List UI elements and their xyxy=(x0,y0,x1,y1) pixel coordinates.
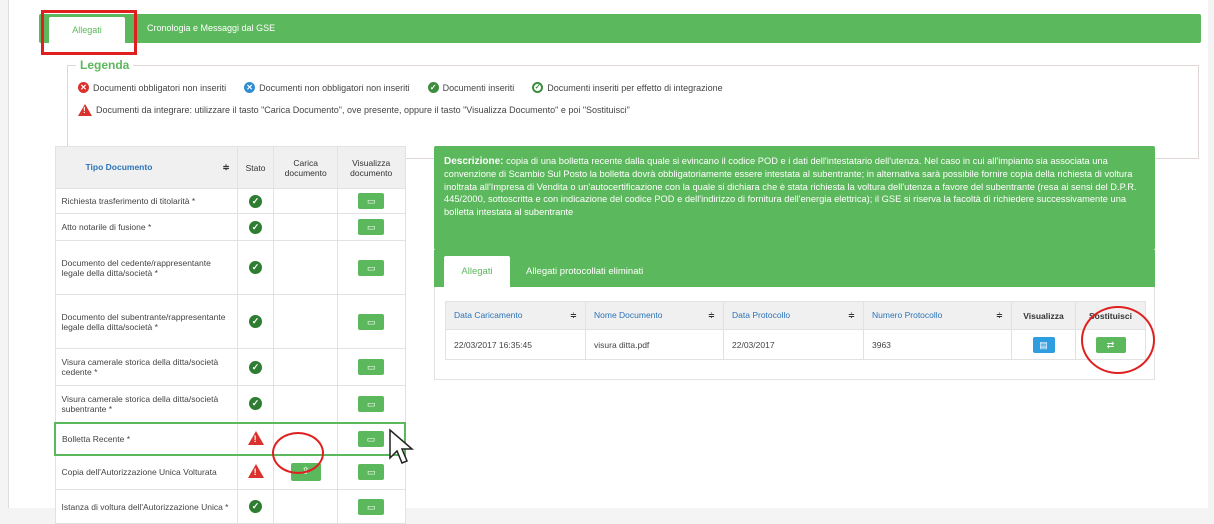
check-green-circle-icon: ✓ xyxy=(249,261,263,274)
check-green-circle-icon: ✓ xyxy=(249,220,263,234)
check-green-circle-icon: ✓ xyxy=(249,194,263,208)
check-green-circle-icon: ✓ xyxy=(249,315,263,328)
legend-label: Documenti inseriti xyxy=(442,82,515,93)
replace-highlight-circle xyxy=(1081,306,1155,374)
legend-item: ✕ Documenti obbligatori non inseriti xyxy=(78,82,226,93)
header-visualizza-documento: Visualizza documento xyxy=(336,146,406,189)
table-row: Documento del subentrante/rappresentante… xyxy=(54,294,406,349)
inner-tabbar: Allegati Allegati protocollati eliminati xyxy=(434,250,1155,287)
page-container: Allegati Cronologia e Messaggi dal GSE L… xyxy=(8,0,1208,524)
check-green-circle-icon: ✓ xyxy=(249,397,263,411)
header-carica-documento: Carica documento xyxy=(273,146,338,189)
sort-icon[interactable]: ≑ xyxy=(570,310,577,321)
attachments-panel: Data Caricamento ≑ Nome Documento ≑ Data P… xyxy=(434,287,1155,380)
attachments-table: Data Caricamento ≑ Nome Documento ≑ Data P… xyxy=(445,301,1146,360)
header-nome-documento[interactable]: Nome Documento ≑ xyxy=(585,301,724,330)
cell-data-protocollo: 22/03/2017 xyxy=(723,329,864,360)
check-green-circle-icon: ✓ xyxy=(249,500,263,513)
upload-highlight-circle xyxy=(272,432,324,474)
header-visualizza: Visualizza xyxy=(1011,301,1076,330)
doc-name: Copia dell'Autorizzazione Unica Volturat… xyxy=(54,454,238,490)
legend-row-2: Documenti da integrare: utilizzare il ta… xyxy=(78,104,630,116)
legend-label: Documenti obbligatori non inseriti xyxy=(93,82,227,93)
view-document-button[interactable]: ▭ xyxy=(358,219,385,235)
table-row: Documento del cedente/rappresentante leg… xyxy=(54,240,406,295)
doc-name: Istanza di voltura dell'Autorizzazione U… xyxy=(54,489,238,524)
legend-row-1: ✕ Documenti obbligatori non inseriti ✕ Doc… xyxy=(78,82,741,93)
table-row: Istanza di voltura dell'Autorizzazione U… xyxy=(54,489,406,524)
table-row: 22/03/2017 16:35:45 visura ditta.pdf 22/… xyxy=(445,329,1146,360)
legend-label: Documenti non obbligatori non inseriti xyxy=(259,82,410,93)
doc-name: Bolletta Recente * xyxy=(53,421,238,456)
view-document-button[interactable]: ▭ xyxy=(358,464,385,481)
tab-highlight-box xyxy=(41,10,137,55)
view-document-button[interactable]: ▭ xyxy=(358,395,385,412)
table-row: Copia dell'Autorizzazione Unica Volturat… xyxy=(54,454,406,490)
view-document-button[interactable]: ▭ xyxy=(358,359,385,375)
legend-item: ✓ Documenti inseriti xyxy=(427,82,515,93)
doc-name: Richiesta trasferimento di titolarità * xyxy=(54,188,238,214)
doc-name: Documento del subentrante/rappresentante… xyxy=(54,294,238,349)
description-panel: Descrizione: copia di una bolletta recen… xyxy=(434,146,1155,250)
doc-name: Visura camerale storica della ditta/soci… xyxy=(54,385,238,423)
tab-cronologia[interactable]: Cronologia e Messaggi dal GSE xyxy=(137,14,285,43)
check-green-circle-icon: ✓ xyxy=(427,82,439,93)
sort-icon[interactable]: ≑ xyxy=(996,310,1003,321)
legend-label: Documenti inseriti per effetto di integr… xyxy=(547,82,723,93)
header-tipo-documento[interactable]: Tipo Documento ≑ xyxy=(54,146,238,189)
table-row: Visura camerale storica della ditta/soci… xyxy=(54,385,406,423)
description-text: Descrizione: copia di una bolletta recen… xyxy=(444,155,1148,218)
cell-data-caricamento: 22/03/2017 16:35:45 xyxy=(445,329,586,360)
cell-nome-documento: visura ditta.pdf xyxy=(585,329,724,360)
x-red-circle-icon: ✕ xyxy=(78,82,89,93)
header-stato: Stato xyxy=(236,146,275,189)
view-document-button[interactable]: ▭ xyxy=(357,430,384,447)
check-outline-circle-icon: ✓ xyxy=(532,82,544,93)
tab-allegati-inner[interactable]: Allegati xyxy=(444,256,510,287)
doc-name: Documento del cedente/rappresentante leg… xyxy=(54,240,238,295)
cell-numero-protocollo: 3963 xyxy=(863,329,1012,360)
header-numero-protocollo[interactable]: Numero Protocollo ≑ xyxy=(863,301,1012,330)
legend-note: Documenti da integrare: utilizzare il ta… xyxy=(96,105,630,115)
check-green-circle-icon: ✓ xyxy=(249,360,263,374)
description-label: Descrizione: xyxy=(444,156,504,167)
legend-item: ✕ Documenti non obbligatori non inseriti xyxy=(244,82,410,93)
view-file-button[interactable]: ▤ xyxy=(1032,336,1055,353)
tab-allegati-eliminati[interactable]: Allegati protocollati eliminati xyxy=(526,256,643,287)
table-row: Richiesta trasferimento di titolarità * … xyxy=(54,188,406,214)
header-data-caricamento[interactable]: Data Caricamento ≑ xyxy=(445,301,586,330)
legend-title: Legenda xyxy=(76,58,134,72)
view-document-button[interactable]: ▭ xyxy=(358,193,385,209)
view-document-button[interactable]: ▭ xyxy=(358,313,385,330)
doc-name: Atto notarile di fusione * xyxy=(54,213,238,241)
table-row-selected[interactable]: Bolletta Recente * ▭ xyxy=(53,421,406,456)
warning-triangle-icon xyxy=(247,430,264,445)
table-row: Atto notarile di fusione * ✓ ▭ xyxy=(54,213,406,241)
sort-icon[interactable]: ≑ xyxy=(708,310,715,321)
description-body: copia di una bolletta recente dalla qual… xyxy=(444,156,1137,217)
table-row: Visura camerale storica della ditta/soci… xyxy=(54,348,406,386)
view-document-button[interactable]: ▭ xyxy=(358,498,385,515)
warning-triangle-icon xyxy=(78,104,92,116)
mouse-cursor-icon xyxy=(389,428,415,464)
warning-triangle-icon xyxy=(247,464,264,479)
main-tabbar: Allegati Cronologia e Messaggi dal GSE xyxy=(39,14,1201,43)
sort-icon[interactable]: ≑ xyxy=(223,162,230,173)
legend-item: ✓ Documenti inseriti per effetto di integ… xyxy=(532,82,723,93)
doc-name: Visura camerale storica della ditta/soci… xyxy=(54,348,238,386)
legend-box: Legenda ✕ Documenti obbligatori non inser… xyxy=(67,58,1199,159)
sort-icon[interactable]: ≑ xyxy=(848,310,855,321)
view-document-button[interactable]: ▭ xyxy=(358,259,385,276)
header-data-protocollo[interactable]: Data Protocollo ≑ xyxy=(723,301,864,330)
x-blue-circle-icon: ✕ xyxy=(244,82,256,93)
documents-table: Tipo Documento ≑ Stato Carica documento V… xyxy=(53,146,406,524)
